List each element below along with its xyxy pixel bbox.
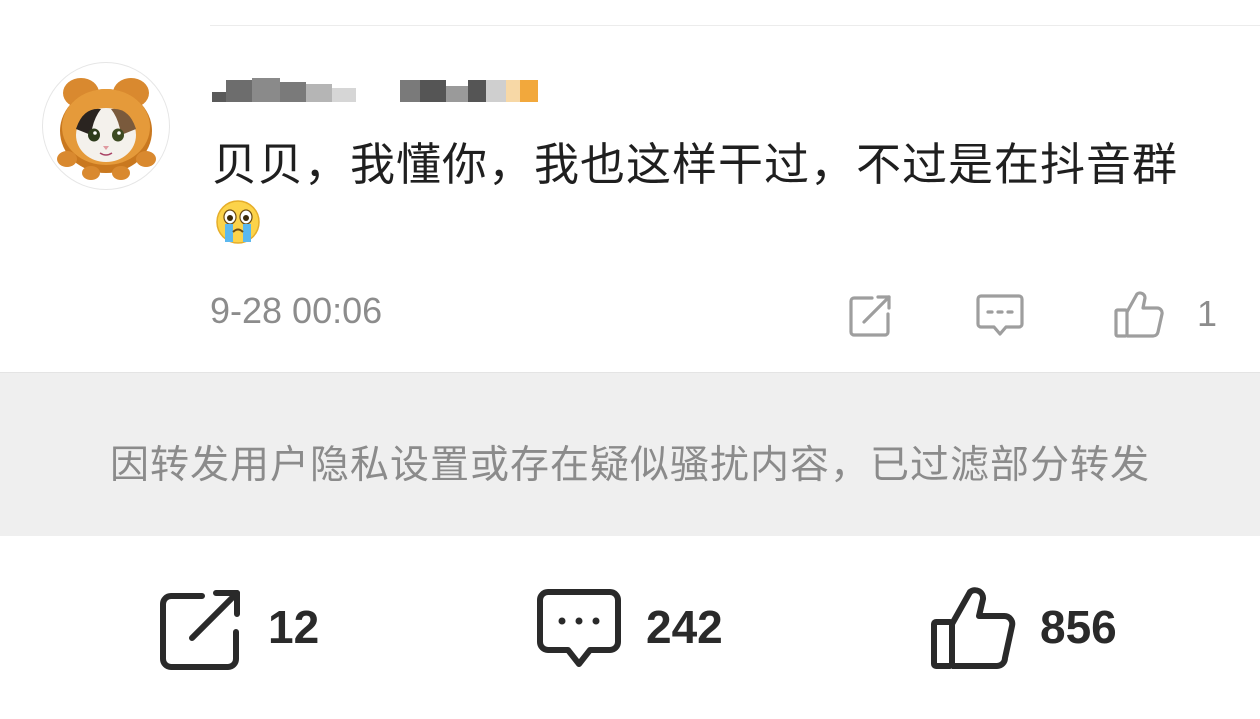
comment-body: 贝贝，我懂你，我也这样干过，不过是在抖音群 <box>212 138 1179 191</box>
like-icon <box>930 584 1018 676</box>
comment-like-count: 1 <box>1197 293 1218 334</box>
comment-count: 242 <box>646 601 723 653</box>
comment-text: 贝贝，我懂你，我也这样干过，不过是在抖音群 <box>212 136 1212 260</box>
comment-detail-page: 贝贝，我懂你，我也这样干过，不过是在抖音群 9-28 00:06 1 因转发用户… <box>0 0 1260 719</box>
comment-icon <box>536 588 622 676</box>
message-icon[interactable] <box>975 292 1025 340</box>
reply-icon[interactable] <box>846 292 894 340</box>
username-redacted[interactable] <box>212 74 552 110</box>
avatar[interactable] <box>42 62 170 190</box>
like-button[interactable]: 856 <box>930 587 1140 672</box>
share-button[interactable]: 12 <box>158 588 348 672</box>
divider <box>210 25 1260 26</box>
like-count: 856 <box>1040 601 1117 653</box>
filter-notice-text: 因转发用户隐私设置或存在疑似骚扰内容，已过滤部分转发 <box>109 443 1150 488</box>
share-count: 12 <box>268 601 320 653</box>
comment-button[interactable]: 242 <box>536 588 746 672</box>
share-icon <box>158 588 244 676</box>
crying-face-emoji <box>214 198 262 260</box>
like-icon[interactable] <box>1113 288 1165 340</box>
comment-time: 9-28 00:06 <box>210 290 383 331</box>
